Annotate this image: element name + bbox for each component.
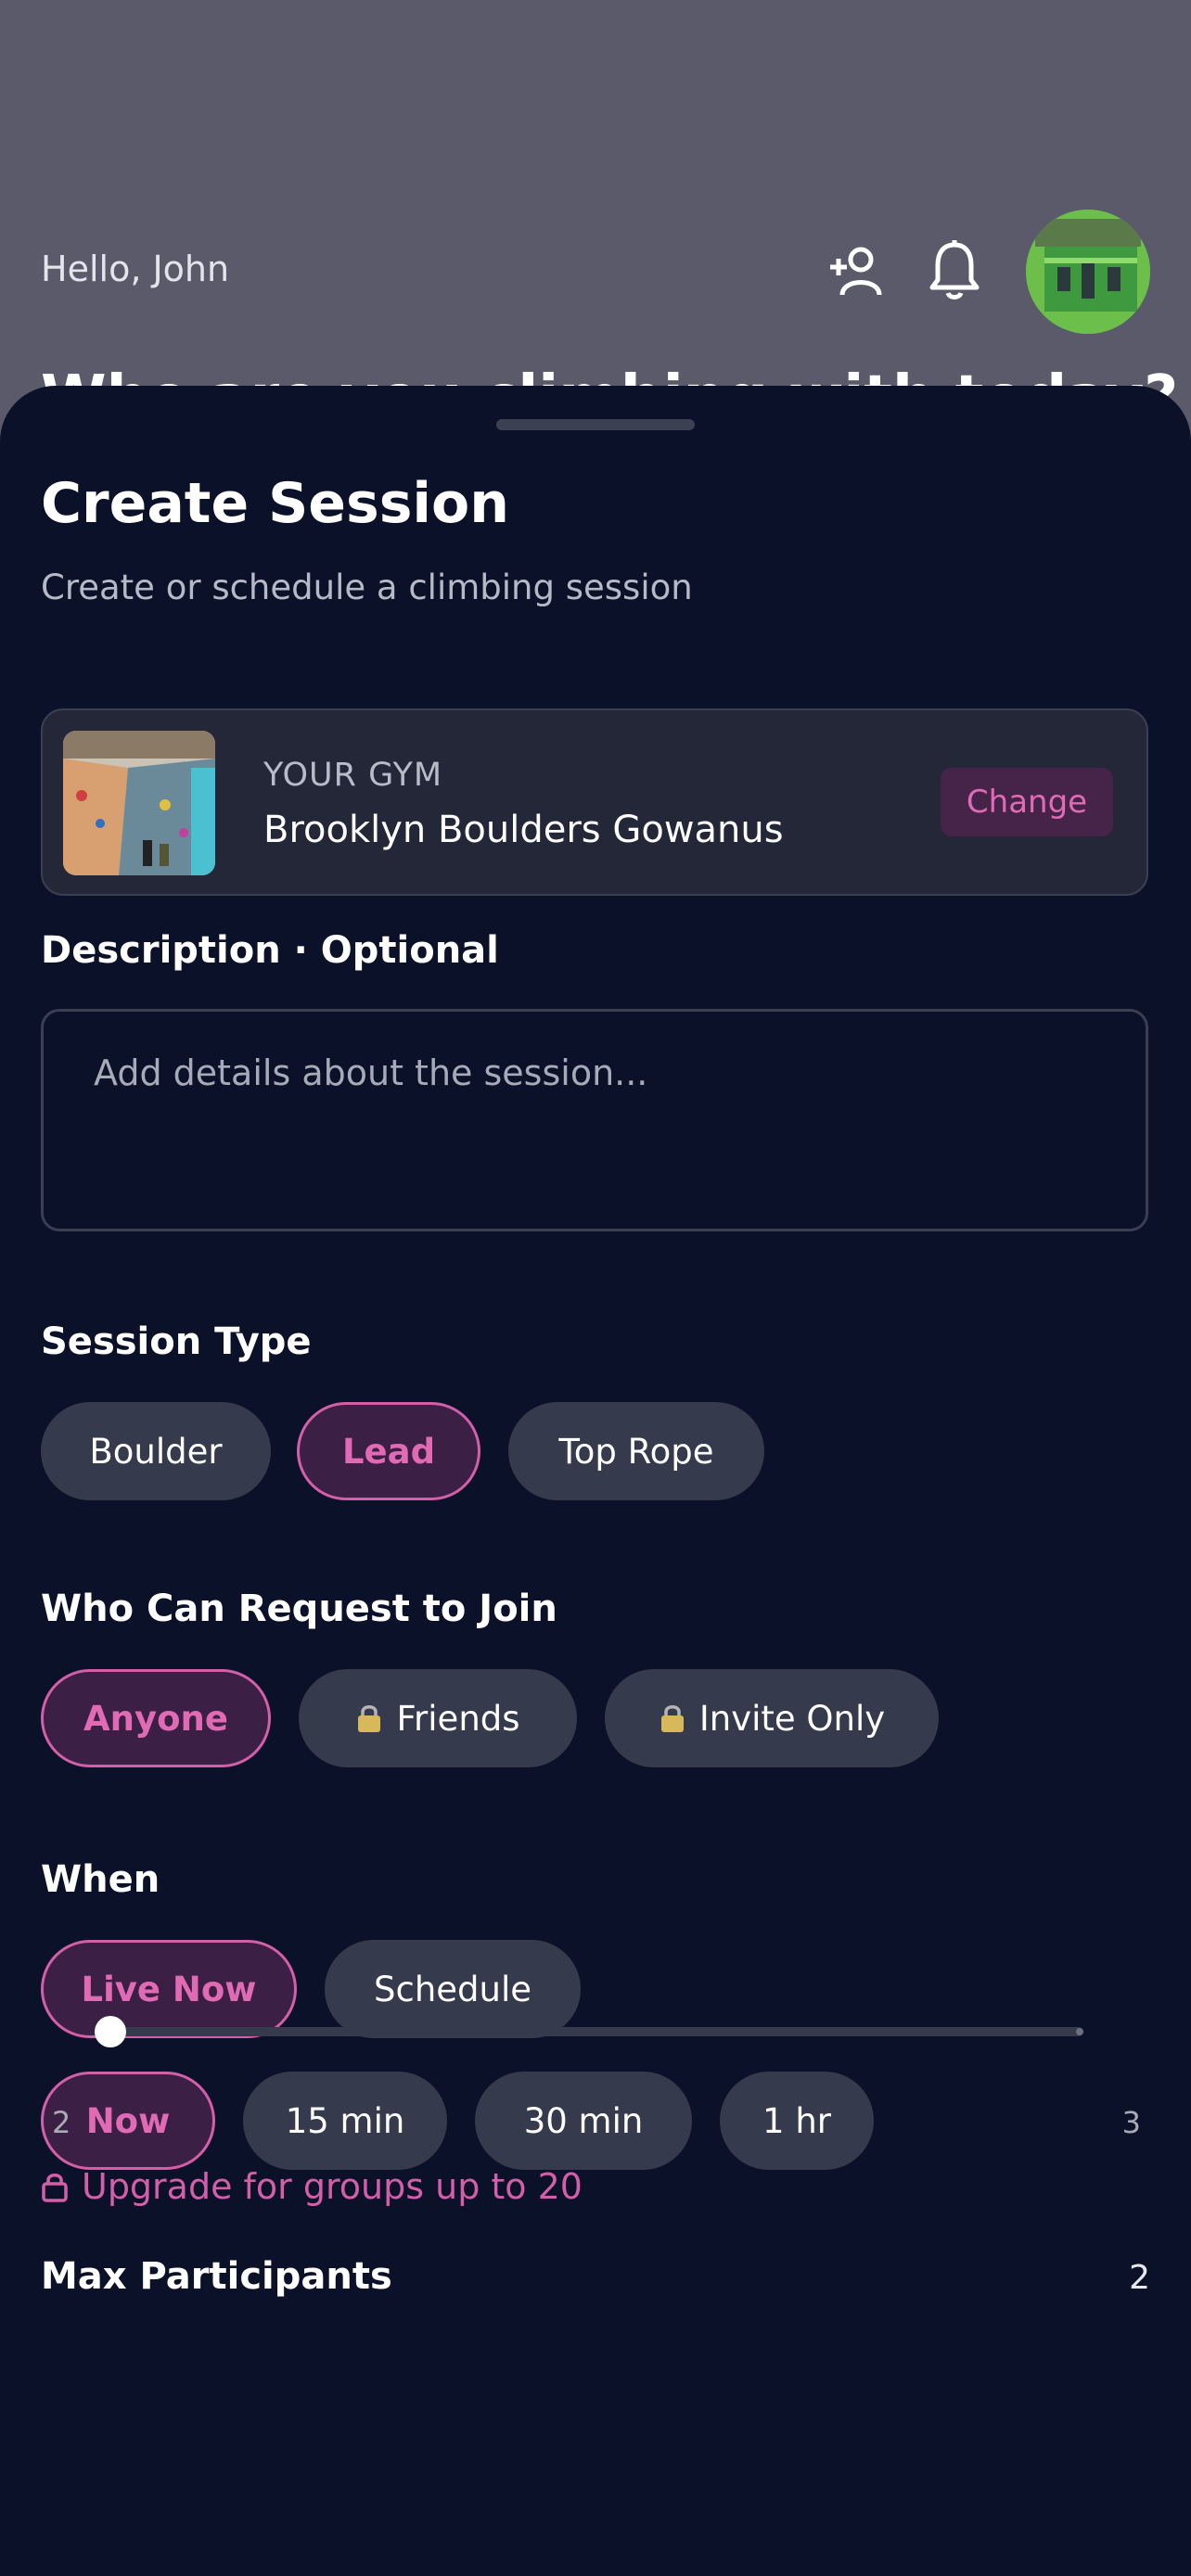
session-type-lead-chip[interactable]: Lead bbox=[297, 1402, 480, 1500]
upgrade-text: Upgrade for groups up to 20 bbox=[82, 2166, 583, 2207]
session-type-top-rope-chip[interactable]: Top Rope bbox=[508, 1402, 764, 1500]
change-gym-button[interactable]: Change bbox=[941, 768, 1113, 836]
gym-card: YOUR GYM Brooklyn Boulders Gowanus Chang… bbox=[41, 708, 1148, 896]
max-participants-label: Max Participants bbox=[41, 2255, 392, 2298]
add-friend-icon[interactable] bbox=[827, 245, 887, 297]
chip-label: Lead bbox=[341, 1431, 436, 1472]
chip-label: 30 min bbox=[523, 2100, 644, 2141]
sheet-subtitle: Create or schedule a climbing session bbox=[41, 567, 693, 607]
gym-photo bbox=[63, 731, 215, 875]
upgrade-link[interactable]: Upgrade for groups up to 20 bbox=[41, 2166, 583, 2207]
max-participants-value: 2 bbox=[1129, 2259, 1150, 2297]
join-anyone-chip[interactable]: Anyone bbox=[41, 1669, 271, 1767]
time-30-min-chip[interactable]: 30 min bbox=[475, 2072, 692, 2170]
time-1-hr-chip[interactable]: 1 hr bbox=[720, 2072, 874, 2170]
chip-label: Invite Only bbox=[698, 1698, 886, 1739]
description-field[interactable]: Add details about the session... bbox=[41, 1009, 1148, 1231]
slider-end-dot bbox=[1076, 2028, 1083, 2035]
description-label: Description · Optional bbox=[41, 929, 499, 972]
chip-label: 1 hr bbox=[762, 2100, 831, 2141]
bell-icon[interactable] bbox=[928, 239, 981, 300]
when-label: When bbox=[41, 1858, 160, 1901]
create-session-sheet: Create Session Create or schedule a clim… bbox=[0, 386, 1191, 2576]
chip-label: Live Now bbox=[81, 1969, 257, 2009]
chip-label: Friends bbox=[396, 1698, 520, 1739]
when-live-now-chip[interactable]: Live Now bbox=[41, 1940, 297, 2038]
gym-name: Brooklyn Boulders Gowanus bbox=[263, 809, 784, 851]
chip-label: 15 min bbox=[285, 2100, 405, 2141]
avatar[interactable] bbox=[1026, 210, 1150, 334]
sheet-drag-handle[interactable] bbox=[496, 419, 695, 430]
session-type-boulder-chip[interactable]: Boulder bbox=[41, 1402, 271, 1500]
sheet-title: Create Session bbox=[41, 471, 509, 536]
greeting-text: Hello, John bbox=[41, 249, 230, 289]
lock-icon bbox=[42, 2174, 68, 2202]
chip-label: Anyone bbox=[83, 1698, 228, 1739]
lock-icon bbox=[660, 1705, 684, 1732]
slider-max-label: 3 bbox=[1121, 2105, 1141, 2140]
chip-label: Boulder bbox=[89, 1431, 223, 1472]
chip-label: Now bbox=[85, 2100, 171, 2141]
gym-label: YOUR GYM bbox=[263, 757, 443, 794]
lock-icon bbox=[358, 1705, 381, 1732]
session-type-label: Session Type bbox=[41, 1320, 312, 1363]
time-now-chip[interactable]: Now bbox=[41, 2072, 215, 2170]
join-friends-chip[interactable]: Friends bbox=[299, 1669, 577, 1767]
time-15-min-chip[interactable]: 15 min bbox=[243, 2072, 447, 2170]
chip-label: Top Rope bbox=[558, 1431, 714, 1472]
chip-label: Schedule bbox=[373, 1969, 532, 2009]
when-schedule-chip[interactable]: Schedule bbox=[325, 1940, 581, 2038]
join-label: Who Can Request to Join bbox=[41, 1588, 557, 1630]
join-invite-only-chip[interactable]: Invite Only bbox=[605, 1669, 939, 1767]
